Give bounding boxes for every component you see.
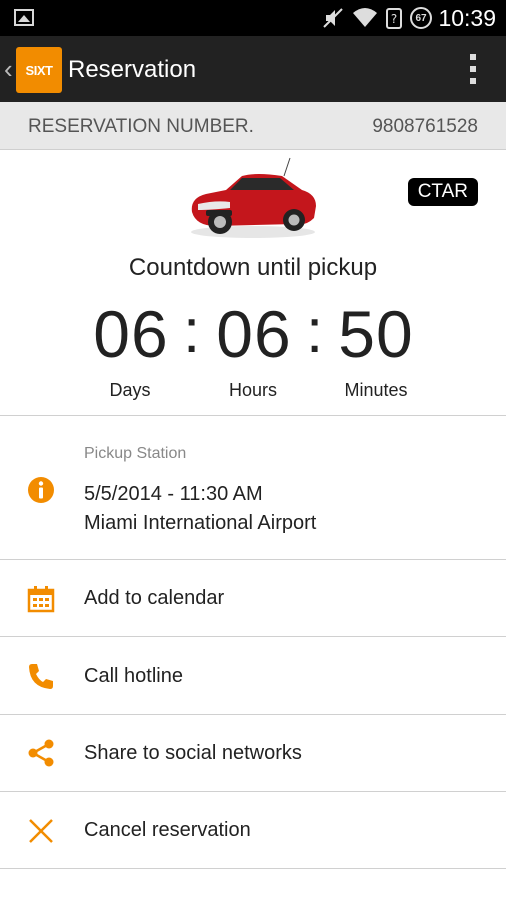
cancel-reservation-button[interactable]: Cancel reservation — [0, 792, 506, 869]
pickup-datetime: 5/5/2014 - 11:30 AM — [84, 483, 263, 505]
countdown-hours: 06 — [216, 297, 292, 371]
sixt-logo[interactable]: SIXT — [16, 47, 62, 93]
countdown-title: Countdown until pickup — [128, 254, 378, 281]
cancel-reservation-label: Cancel reservation — [84, 819, 251, 841]
wifi-icon — [353, 8, 377, 27]
calendar-icon — [27, 586, 55, 613]
share-social-label: Share to social networks — [84, 742, 302, 764]
hours-label: Hours — [228, 380, 277, 400]
add-to-calendar-button[interactable]: Add to calendar — [0, 560, 506, 637]
countdown-separator: : — [183, 297, 201, 366]
gallery-icon — [14, 9, 34, 26]
pickup-station-row[interactable]: Pickup Station 5/5/2014 - 11:30 AM Miami… — [0, 417, 506, 560]
page-title: Reservation — [68, 56, 197, 83]
action-bar: ‹ SIXT Reservation — [0, 36, 506, 102]
overflow-menu-icon[interactable] — [470, 54, 476, 84]
countdown-section: CTAR Countdown until pickup 06 : 06 : 50… — [0, 150, 506, 416]
status-icons: ? 67 — [322, 6, 432, 30]
call-hotline-label: Call hotline — [84, 665, 183, 687]
add-to-calendar-label: Add to calendar — [84, 587, 225, 609]
share-social-button[interactable]: Share to social networks — [0, 715, 506, 792]
status-bar: ? 67 10:39 — [0, 0, 506, 36]
countdown-days: 06 — [93, 297, 169, 371]
pickup-location: Miami International Airport — [84, 512, 317, 534]
pickup-station-caption: Pickup Station — [84, 445, 187, 462]
share-icon — [28, 739, 54, 767]
reservation-number-label: RESERVATION NUMBER. — [28, 116, 254, 137]
svg-text:?: ? — [391, 12, 397, 26]
minutes-label: Minutes — [344, 380, 408, 400]
phone-icon — [29, 664, 53, 689]
reservation-number-bar: RESERVATION NUMBER. 9808761528 — [0, 102, 506, 150]
info-icon — [28, 477, 54, 503]
no-sim-icon: ? — [386, 8, 402, 29]
car-image — [191, 157, 316, 238]
days-label: Days — [109, 380, 151, 400]
battery-level: 67 — [415, 12, 427, 24]
battery-icon: 67 — [410, 7, 432, 29]
vehicle-code-badge: CTAR — [407, 178, 478, 206]
reservation-number-value: 9808761528 — [372, 116, 478, 137]
clock: 10:39 — [438, 5, 496, 31]
countdown-minutes: 50 — [338, 297, 414, 371]
mute-icon — [323, 8, 343, 28]
close-icon — [29, 819, 53, 843]
back-chevron-icon[interactable]: ‹ — [4, 54, 13, 85]
call-hotline-button[interactable]: Call hotline — [0, 637, 506, 715]
